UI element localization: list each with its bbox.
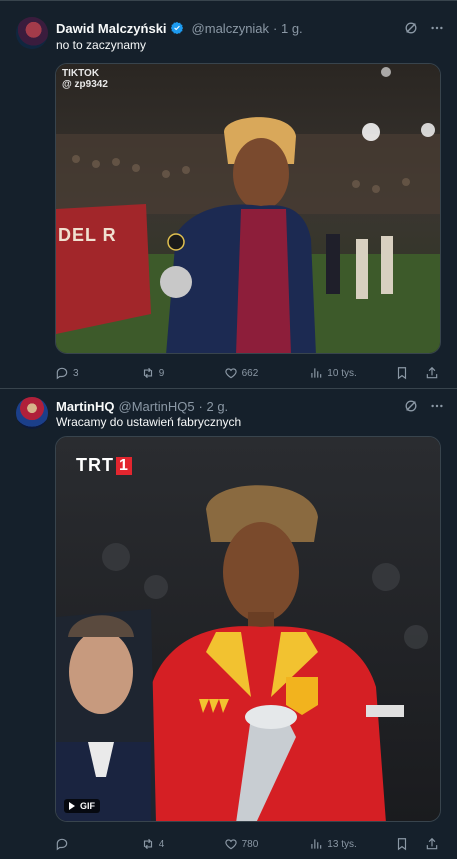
reply-icon [56, 367, 68, 380]
tweet[interactable]: Dawid Malczyński @malczyniak · 1 g. no t… [0, 0, 457, 389]
share-icon [426, 837, 438, 850]
views-button[interactable]: 10 tys. [309, 366, 395, 380]
reply-count: 3 [73, 367, 79, 379]
views-icon [311, 368, 322, 378]
share-icon [426, 366, 438, 379]
retweet-button[interactable]: 9 [141, 366, 224, 380]
tweet-actions: 4 780 13 tys. [55, 835, 443, 853]
heart-icon [224, 839, 237, 850]
retweet-button[interactable]: 4 [141, 837, 224, 851]
author-handle[interactable]: @MartinHQ5 [119, 399, 195, 414]
author-name[interactable]: MartinHQ [56, 399, 115, 414]
video-frame [56, 64, 440, 353]
tweet-gif[interactable]: TRT 1 GIF [55, 436, 441, 822]
avatar[interactable] [16, 17, 48, 49]
tweet-text: Wracamy do ustawień fabrycznych [56, 415, 242, 429]
tweet-header: Dawid Malczyński @malczyniak · 1 g. [56, 19, 445, 37]
trt-logo-number: 1 [116, 456, 132, 475]
heart-icon [224, 368, 237, 379]
banner-text: DEL R [58, 225, 117, 245]
tweet-header: MartinHQ @MartinHQ5 · 2 g. [56, 397, 445, 415]
tweet[interactable]: MartinHQ @MartinHQ5 · 2 g. Wracamy do us… [0, 389, 457, 859]
trt-logo-text: TRT [76, 455, 114, 475]
gif-badge[interactable]: GIF [64, 799, 100, 813]
grok-icon[interactable] [403, 20, 419, 36]
gif-label: GIF [80, 801, 95, 811]
tiktok-user: @ zp9342 [62, 79, 108, 90]
play-icon [69, 802, 75, 810]
reply-button[interactable] [55, 837, 141, 851]
views-button[interactable]: 13 tys. [309, 837, 395, 851]
tweet-video[interactable]: TIKTOK @ zp9342 DEL R [55, 63, 441, 354]
reply-icon [56, 838, 68, 851]
share-button[interactable] [425, 366, 443, 380]
like-count: 780 [241, 838, 259, 850]
like-button[interactable]: 662 [224, 366, 310, 380]
bookmark-button[interactable] [395, 837, 413, 851]
timestamp[interactable]: · 1 g. [273, 21, 303, 36]
grok-icon[interactable] [403, 398, 419, 414]
trt-logo: TRT 1 [76, 455, 132, 476]
more-icon[interactable] [429, 398, 445, 414]
like-button[interactable]: 780 [224, 837, 310, 851]
share-button[interactable] [425, 837, 443, 851]
retweet-count: 4 [158, 838, 165, 850]
retweet-icon [143, 367, 152, 379]
reply-button[interactable]: 3 [55, 366, 141, 380]
bookmark-icon [397, 367, 407, 380]
tweet-actions: 3 9 662 10 tys. [55, 364, 443, 382]
retweet-count: 9 [158, 367, 165, 379]
retweet-icon [143, 838, 152, 850]
verified-badge-icon [170, 21, 183, 35]
tiktok-watermark: TIKTOK @ zp9342 [62, 68, 108, 90]
bookmark-icon [397, 838, 407, 851]
gif-frame [56, 437, 440, 821]
like-count: 662 [241, 367, 259, 379]
views-icon [311, 839, 322, 849]
view-count: 13 tys. [327, 838, 357, 850]
tweet-text: no to zaczynamy [56, 38, 147, 52]
view-count: 10 tys. [327, 367, 357, 379]
timestamp[interactable]: · 2 g. [199, 399, 229, 414]
avatar[interactable] [16, 397, 48, 429]
author-handle[interactable]: @malczyniak [192, 21, 270, 36]
author-name[interactable]: Dawid Malczyński [56, 21, 167, 36]
bookmark-button[interactable] [395, 366, 413, 380]
tiktok-label: TIKTOK [62, 68, 100, 79]
more-icon[interactable] [429, 20, 445, 36]
